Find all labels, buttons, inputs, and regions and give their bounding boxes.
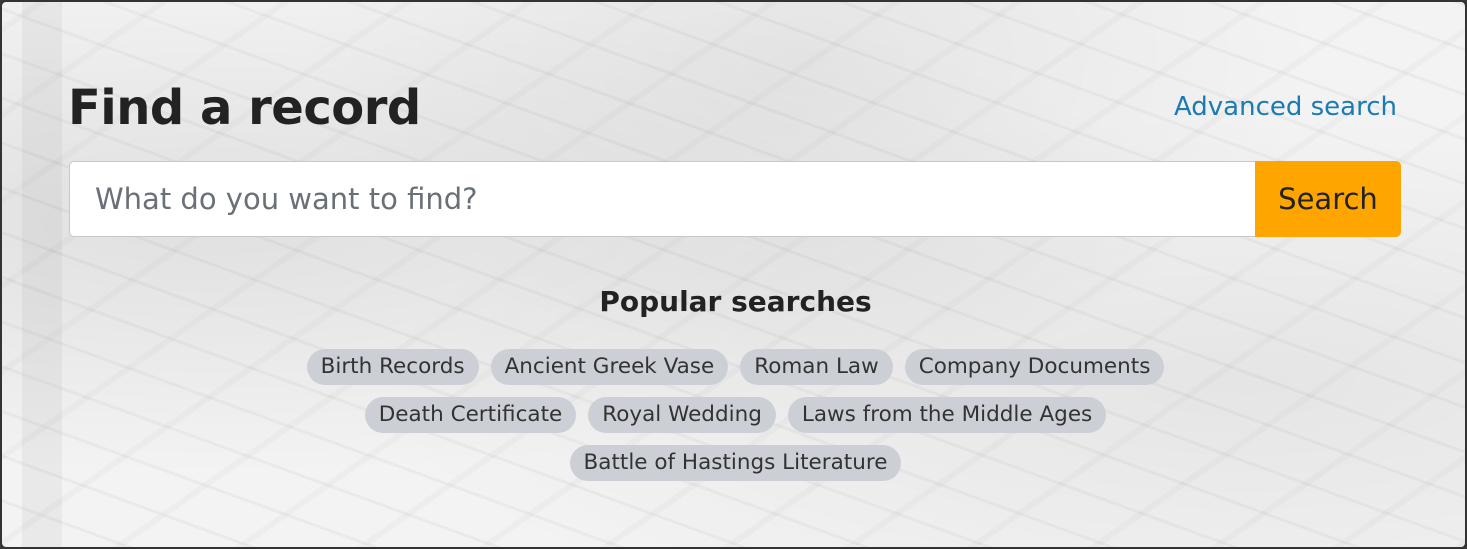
search-bar: Search	[69, 161, 1401, 237]
advanced-search-link[interactable]: Advanced search	[1174, 92, 1397, 122]
search-input[interactable]	[69, 161, 1255, 237]
background-image	[22, 2, 62, 547]
popular-search-tag-ancient-greek-vase[interactable]: Ancient Greek Vase	[490, 349, 729, 385]
page-title: Find a record	[68, 80, 421, 136]
search-panel: Find a record Advanced search Search Pop…	[0, 0, 1467, 549]
popular-search-tag-laws-middle-ages[interactable]: Laws from the Middle Ages	[787, 397, 1107, 433]
popular-search-tag-roman-law[interactable]: Roman Law	[740, 349, 893, 385]
popular-searches-tags: Birth Records Ancient Greek Vase Roman L…	[302, 349, 1169, 481]
popular-search-tag-battle-of-hastings[interactable]: Battle of Hastings Literature	[569, 445, 902, 481]
popular-search-tag-death-certificate[interactable]: Death Certificate	[364, 397, 577, 433]
popular-search-tag-birth-records[interactable]: Birth Records	[306, 349, 479, 385]
popular-search-tag-company-documents[interactable]: Company Documents	[904, 349, 1165, 385]
search-button[interactable]: Search	[1255, 161, 1401, 237]
popular-searches-heading: Popular searches	[599, 285, 872, 318]
popular-search-tag-royal-wedding[interactable]: Royal Wedding	[588, 397, 776, 433]
